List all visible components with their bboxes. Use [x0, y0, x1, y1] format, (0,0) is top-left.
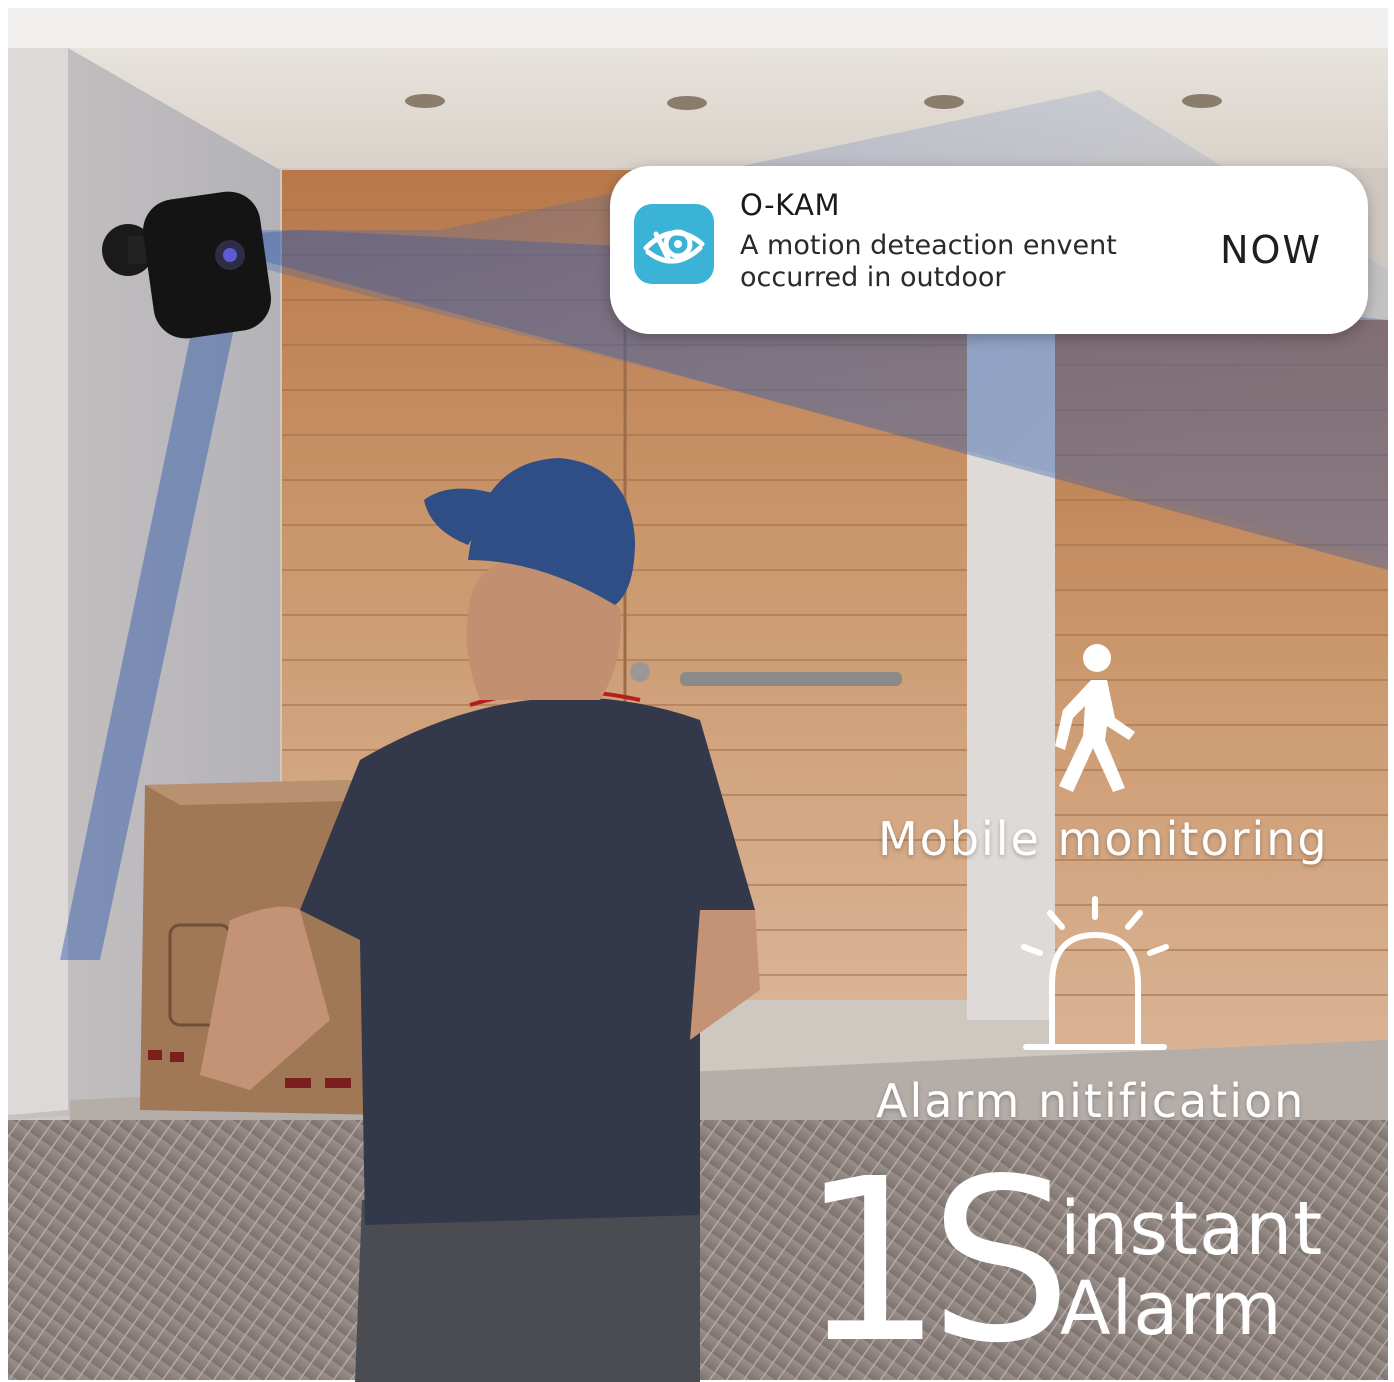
notification-message-line2: occurred in outdoor [740, 262, 1006, 293]
alarm-siren-icon [1018, 893, 1173, 1059]
feature-label-alarm-notification: Alarm nitification [876, 1074, 1306, 1128]
feature-label-mobile-monitoring: Mobile monitoring [878, 812, 1329, 866]
headline-line2: Alarm [1060, 1266, 1283, 1352]
eye-camera-icon [634, 204, 714, 284]
headline-big-text: 1S [800, 1131, 1072, 1382]
notification-time: NOW [1220, 228, 1322, 272]
ceiling-light [924, 95, 964, 109]
door-handle [680, 672, 902, 686]
product-scene: O-KAM A motion deteaction envent occurre… [0, 0, 1394, 1382]
ceiling-light [667, 96, 707, 110]
door-lock [630, 662, 650, 682]
walking-person-icon [1045, 640, 1150, 804]
notification-app-name: O-KAM [740, 188, 840, 222]
ceiling-light [1182, 94, 1222, 108]
ceiling-light [405, 94, 445, 108]
push-notification[interactable]: O-KAM A motion deteaction envent occurre… [610, 166, 1368, 334]
headline-line1: instant [1060, 1186, 1324, 1272]
notification-message-line1: A motion deteaction envent [740, 230, 1117, 261]
